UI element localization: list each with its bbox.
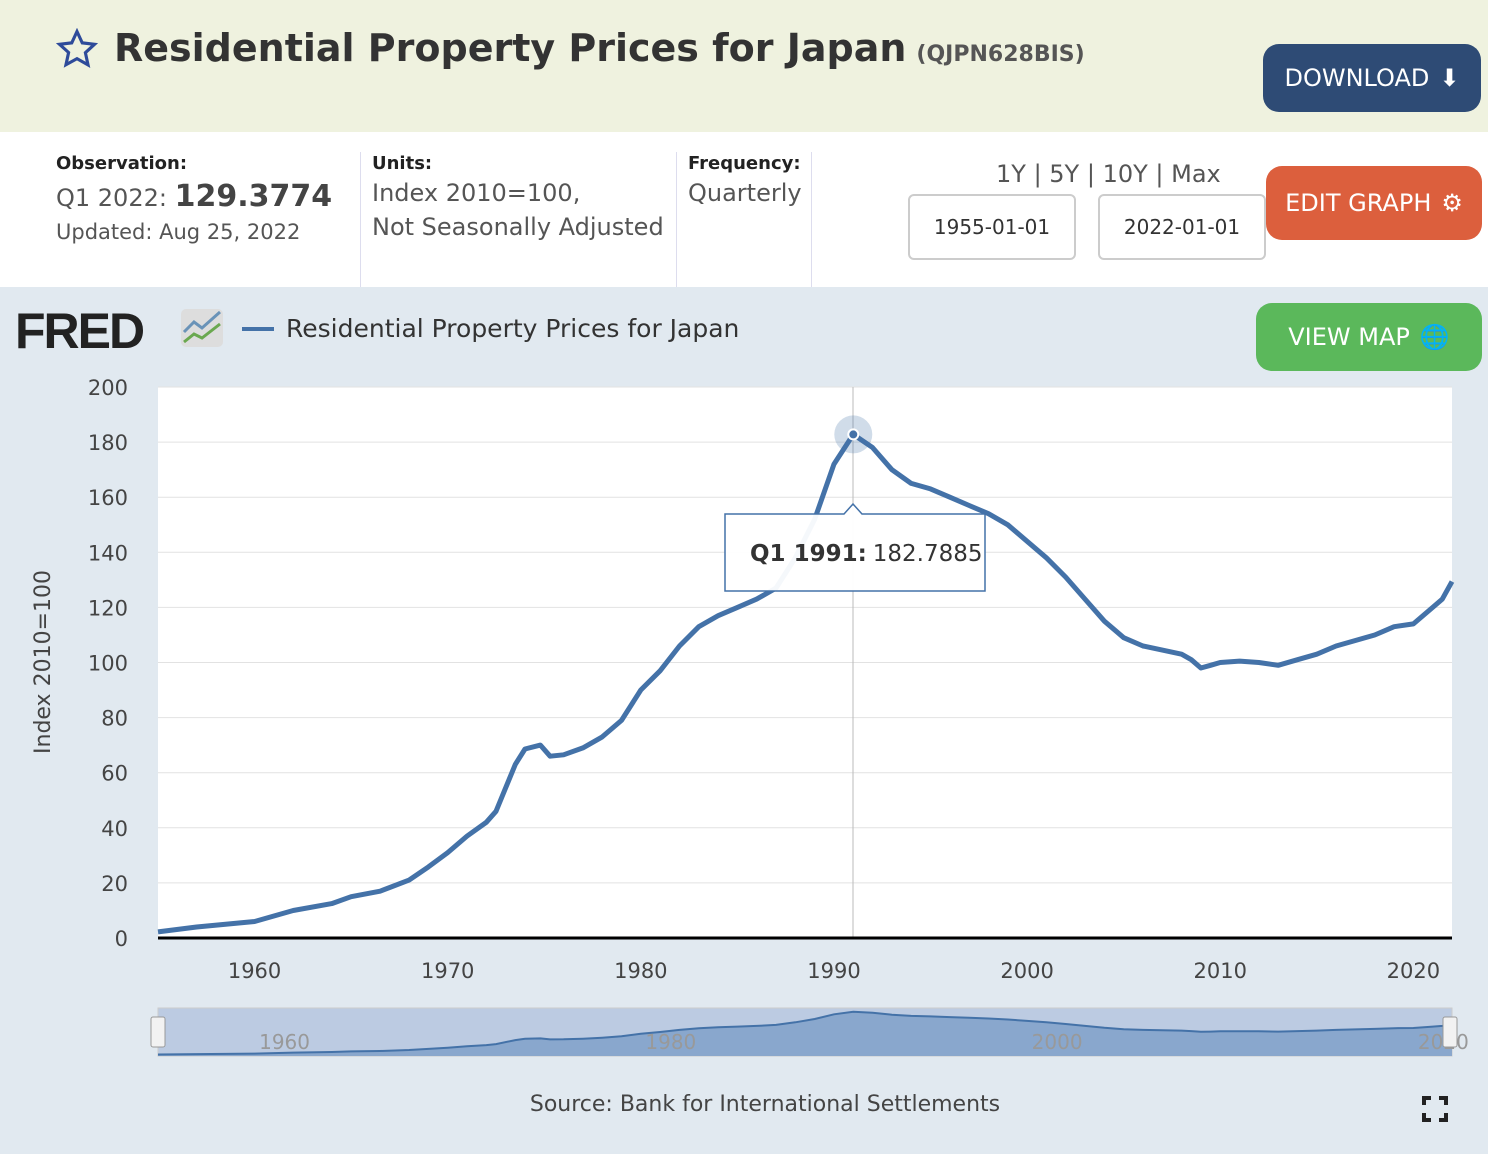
- y-tick-label: 20: [101, 872, 128, 896]
- y-tick-label: 180: [88, 431, 128, 455]
- navigator-tick-label: 1960: [259, 1030, 310, 1054]
- x-tick-label: 1960: [228, 959, 281, 983]
- x-tick-label: 1970: [421, 959, 474, 983]
- navigator-tick-label: 1980: [645, 1030, 696, 1054]
- x-tick-label: 2000: [1000, 959, 1053, 983]
- x-tick-label: 1990: [807, 959, 860, 983]
- chart: 0 20 40 60 80 100 120 140 160 180 200 1960 1970 1980 1…: [0, 0, 1488, 1154]
- y-tick-label: 120: [88, 596, 128, 620]
- y-tick-label: 200: [88, 376, 128, 400]
- y-tick-label: 140: [88, 541, 128, 565]
- x-tick-label: 1980: [614, 959, 667, 983]
- y-tick-label: 80: [101, 707, 128, 731]
- y-tick-label: 60: [101, 762, 128, 786]
- y-tick-label: 40: [101, 817, 128, 841]
- navigator-handle-left[interactable]: [151, 1017, 165, 1047]
- tooltip-label: Q1 1991:: [750, 541, 867, 567]
- y-tick-label: 160: [88, 486, 128, 510]
- source-note: Source: Bank for International Settlemen…: [0, 1092, 1488, 1117]
- y-tick-label: 100: [88, 652, 128, 676]
- y-axis-label: Index 2010=100: [31, 570, 56, 754]
- x-tick-label: 2020: [1387, 959, 1440, 983]
- tooltip: Q1 1991:182.7885: [725, 504, 985, 591]
- tooltip-value: 182.7885: [873, 541, 983, 567]
- x-tick-label: 2010: [1194, 959, 1247, 983]
- navigator-tick-label: 2000: [1032, 1030, 1083, 1054]
- navigator-handle-right[interactable]: [1443, 1017, 1457, 1047]
- hover-point: [848, 429, 858, 439]
- fullscreen-icon[interactable]: [1422, 1096, 1448, 1122]
- y-tick-label: 0: [115, 927, 128, 951]
- svg-text:Q1 1991:182.7885: Q1 1991:182.7885: [750, 541, 983, 567]
